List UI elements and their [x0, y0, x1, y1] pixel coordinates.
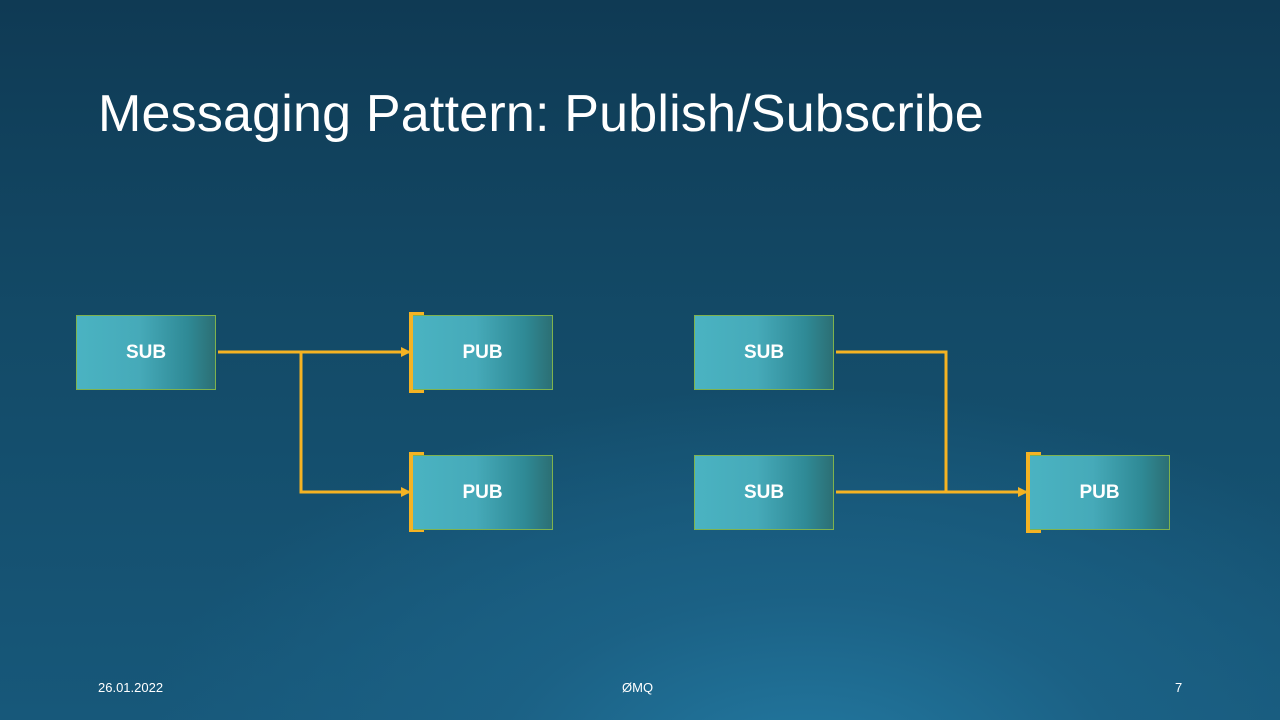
- pub-node-left-bottom: PUB: [413, 455, 553, 530]
- pub-node-left-top: PUB: [413, 315, 553, 390]
- slide-number: 7: [1175, 680, 1183, 695]
- sub-node-right-bottom: SUB: [694, 455, 834, 530]
- pub-label: PUB: [462, 481, 503, 503]
- sub-label: SUB: [743, 481, 785, 503]
- pub-label: PUB: [462, 341, 503, 363]
- footer-date: 26.01.2022: [98, 680, 164, 695]
- pub-label: PUB: [1079, 481, 1120, 503]
- sub-node-left: SUB: [76, 315, 216, 390]
- sub-node-right-top: SUB: [694, 315, 834, 390]
- connector-right-top: [836, 350, 948, 492]
- sub-label: SUB: [125, 341, 167, 363]
- footer-center-text: ØMQ: [622, 680, 654, 695]
- sub-label: SUB: [743, 341, 785, 363]
- pub-node-right: PUB: [1030, 455, 1170, 530]
- connector-left-bottom: [299, 352, 411, 497]
